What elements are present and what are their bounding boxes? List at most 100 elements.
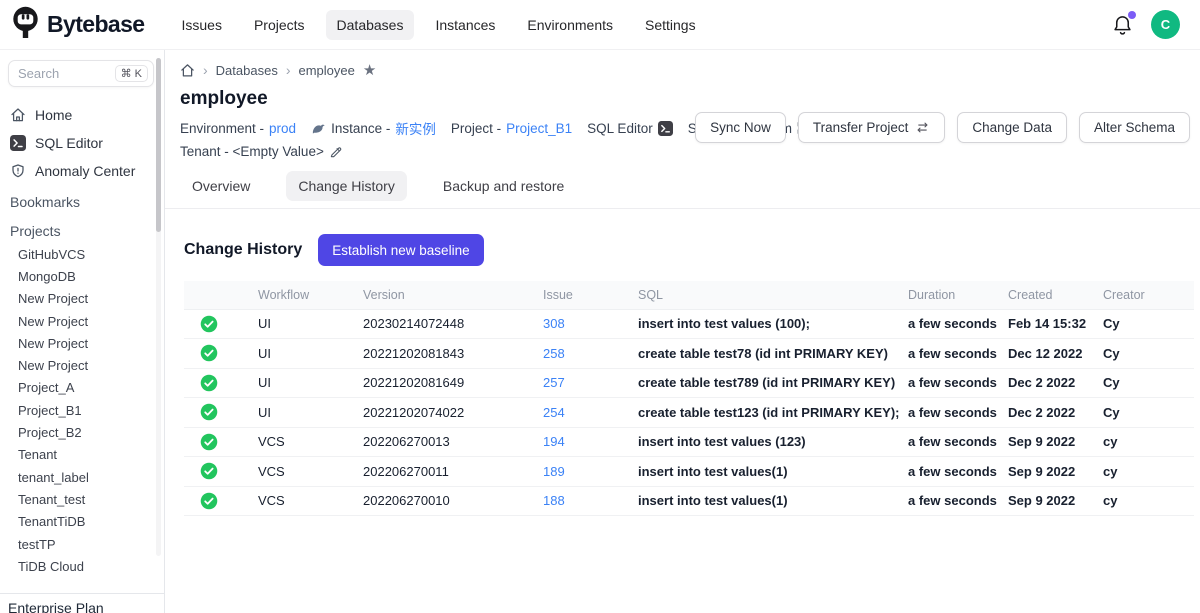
sidebar-project-item[interactable]: testTP bbox=[0, 533, 164, 555]
success-check-icon bbox=[200, 374, 218, 392]
page-title: employee bbox=[180, 88, 1194, 110]
sidebar-section-projects[interactable]: Projects bbox=[0, 217, 164, 243]
sidebar-project-item[interactable]: tenant_label bbox=[0, 466, 164, 488]
cell-status bbox=[184, 486, 254, 516]
sidebar-scrollbar-thumb[interactable] bbox=[156, 58, 161, 232]
bytebase-logo-icon bbox=[10, 5, 41, 44]
issue-link[interactable]: 188 bbox=[543, 493, 565, 508]
cell-version: 20221202074022 bbox=[359, 398, 539, 428]
sql-editor-icon bbox=[658, 121, 673, 136]
edit-pencil-icon[interactable] bbox=[329, 145, 343, 159]
cell-sql: insert into test values(1) bbox=[634, 457, 904, 487]
issue-link[interactable]: 254 bbox=[543, 405, 565, 420]
cell-version: 20221202081649 bbox=[359, 368, 539, 398]
transfer-project-button[interactable]: Transfer Project bbox=[798, 112, 946, 143]
brand[interactable]: Bytebase bbox=[10, 5, 144, 44]
search-box[interactable]: ⌘ K bbox=[8, 60, 154, 87]
sidebar-project-item[interactable]: GitHubVCS bbox=[0, 243, 164, 265]
nav-item-projects[interactable]: Projects bbox=[243, 10, 316, 40]
table-row[interactable]: UI20230214072448308insert into test valu… bbox=[184, 309, 1194, 339]
nav-item-issues[interactable]: Issues bbox=[170, 10, 232, 40]
table-row[interactable]: UI20221202074022254create table test123 … bbox=[184, 398, 1194, 428]
cell-creator: cy bbox=[1099, 486, 1194, 516]
cell-workflow: UI bbox=[254, 368, 359, 398]
sidebar: ⌘ K Home SQL Editor Anomaly Center Bookm… bbox=[0, 50, 165, 613]
issue-link[interactable]: 189 bbox=[543, 464, 565, 479]
nav-item-instances[interactable]: Instances bbox=[424, 10, 506, 40]
col-status bbox=[184, 281, 254, 309]
table-row[interactable]: VCS202206270010188insert into test value… bbox=[184, 486, 1194, 516]
section-title: Change History bbox=[184, 241, 302, 259]
nav-right: C bbox=[1111, 10, 1180, 39]
nav-item-databases[interactable]: Databases bbox=[326, 10, 415, 40]
establish-baseline-button[interactable]: Establish new baseline bbox=[318, 234, 483, 266]
cell-duration: a few seconds bbox=[904, 398, 1004, 428]
instance-link[interactable]: 新实例 bbox=[395, 118, 436, 138]
sync-now-button[interactable]: Sync Now bbox=[695, 112, 786, 143]
sidebar-project-item[interactable]: New Project bbox=[0, 310, 164, 332]
sidebar-project-item[interactable]: TiDB Cloud bbox=[0, 555, 164, 577]
sidebar-project-item[interactable]: New Project bbox=[0, 354, 164, 376]
change-data-button[interactable]: Change Data bbox=[957, 112, 1067, 143]
alter-schema-button[interactable]: Alter Schema bbox=[1079, 112, 1190, 143]
table-row[interactable]: UI20221202081649257create table test789 … bbox=[184, 368, 1194, 398]
tab-backup-and-restore[interactable]: Backup and restore bbox=[431, 171, 576, 201]
environment-link[interactable]: prod bbox=[269, 121, 296, 136]
cell-creator: Cy bbox=[1099, 398, 1194, 428]
cell-duration: a few seconds bbox=[904, 339, 1004, 369]
favorite-star-icon[interactable]: ★ bbox=[363, 63, 376, 78]
nav-item-environments[interactable]: Environments bbox=[516, 10, 624, 40]
search-input[interactable] bbox=[18, 66, 92, 81]
sidebar-project-item[interactable]: TenantTiDB bbox=[0, 511, 164, 533]
cell-created: Sep 9 2022 bbox=[1004, 457, 1099, 487]
nav-item-settings[interactable]: Settings bbox=[634, 10, 707, 40]
meta-sql-editor[interactable]: SQL Editor bbox=[587, 121, 673, 136]
sidebar-project-item[interactable]: Tenant bbox=[0, 444, 164, 466]
cell-duration: a few seconds bbox=[904, 368, 1004, 398]
meta-project: Project - Project_B1 bbox=[451, 121, 572, 136]
breadcrumb-databases[interactable]: Databases bbox=[216, 63, 278, 78]
table-row[interactable]: UI20221202081843258create table test78 (… bbox=[184, 339, 1194, 369]
chevron-right-icon: › bbox=[286, 62, 291, 78]
meta-environment: Environment - prod bbox=[180, 121, 296, 136]
col-duration: Duration bbox=[904, 281, 1004, 309]
project-link[interactable]: Project_B1 bbox=[506, 121, 572, 136]
cell-creator: cy bbox=[1099, 457, 1194, 487]
tab-divider bbox=[165, 208, 1200, 209]
sidebar-project-item[interactable]: New Project bbox=[0, 288, 164, 310]
sidebar-project-item[interactable]: Project_B1 bbox=[0, 399, 164, 421]
tab-change-history[interactable]: Change History bbox=[286, 171, 407, 201]
sidebar-section-bookmarks[interactable]: Bookmarks bbox=[0, 188, 164, 214]
cell-creator: Cy bbox=[1099, 309, 1194, 339]
sidebar-project-item[interactable]: New Project bbox=[0, 332, 164, 354]
cell-sql: insert into test values (100); bbox=[634, 309, 904, 339]
sidebar-item-anomaly-center[interactable]: Anomaly Center bbox=[0, 157, 164, 185]
sidebar-project-item[interactable]: Tenant_test bbox=[0, 488, 164, 510]
sidebar-project-item[interactable]: Project_B2 bbox=[0, 421, 164, 443]
change-history-section-header: Change History Establish new baseline bbox=[184, 234, 1190, 266]
notifications-button[interactable] bbox=[1111, 13, 1135, 37]
breadcrumb-employee[interactable]: employee bbox=[299, 63, 355, 78]
cell-status bbox=[184, 368, 254, 398]
cell-issue: 308 bbox=[539, 309, 634, 339]
sidebar-item-home[interactable]: Home bbox=[0, 101, 164, 129]
meta-tenant: Tenant - <Empty Value> bbox=[180, 144, 343, 159]
issue-link[interactable]: 308 bbox=[543, 316, 565, 331]
issue-link[interactable]: 257 bbox=[543, 375, 565, 390]
cell-workflow: VCS bbox=[254, 427, 359, 457]
table-row[interactable]: VCS202206270011189insert into test value… bbox=[184, 457, 1194, 487]
issue-link[interactable]: 258 bbox=[543, 346, 565, 361]
sidebar-item-label: Anomaly Center bbox=[35, 163, 135, 179]
user-avatar[interactable]: C bbox=[1151, 10, 1180, 39]
sidebar-project-item[interactable]: MongoDB bbox=[0, 265, 164, 287]
tab-overview[interactable]: Overview bbox=[180, 171, 262, 201]
table-row[interactable]: VCS202206270013194insert into test value… bbox=[184, 427, 1194, 457]
sidebar-project-item[interactable]: Project_A bbox=[0, 377, 164, 399]
cell-created: Dec 2 2022 bbox=[1004, 368, 1099, 398]
sidebar-item-sql-editor[interactable]: SQL Editor bbox=[0, 129, 164, 157]
cell-sql: create table test78 (id int PRIMARY KEY) bbox=[634, 339, 904, 369]
transfer-arrows-icon bbox=[915, 120, 930, 135]
top-navbar: Bytebase Issues Projects Databases Instance… bbox=[0, 0, 1200, 50]
issue-link[interactable]: 194 bbox=[543, 434, 565, 449]
breadcrumb-home-icon[interactable] bbox=[180, 63, 195, 78]
